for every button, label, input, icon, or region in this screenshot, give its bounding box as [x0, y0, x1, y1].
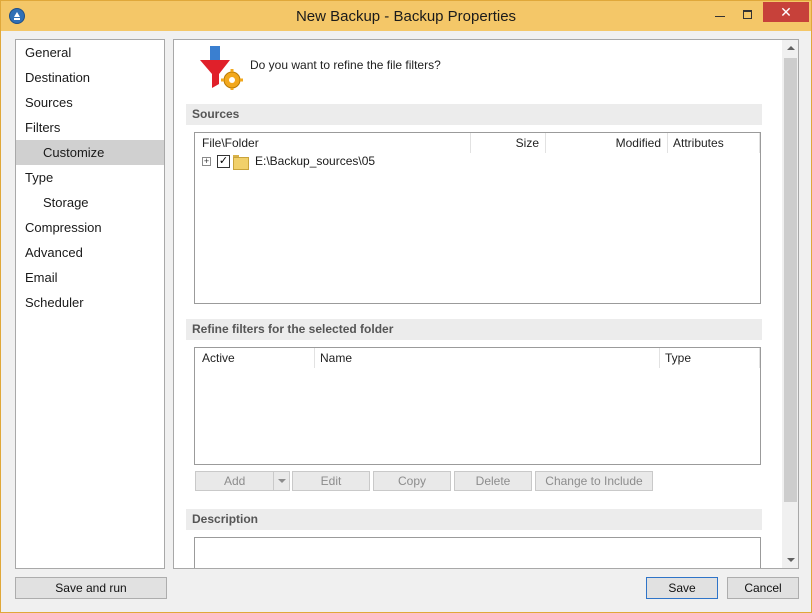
expand-icon[interactable]: +	[202, 157, 211, 166]
sources-section-header: Sources	[186, 104, 762, 125]
column-file-folder[interactable]: File\Folder	[195, 133, 471, 153]
close-icon: ✕	[780, 4, 792, 20]
settings-nav: General Destination Sources Filters Cust…	[15, 39, 165, 569]
filter-gear-icon	[200, 46, 243, 90]
sources-tree[interactable]: File\Folder Size Modified Attributes + ✓…	[194, 132, 761, 304]
refine-section-header: Refine filters for the selected folder	[186, 319, 762, 340]
nav-item-general[interactable]: General	[16, 40, 164, 65]
minimize-button[interactable]	[707, 3, 733, 25]
nav-item-compression[interactable]: Compression	[16, 215, 164, 240]
scroll-up-icon[interactable]	[782, 40, 798, 57]
window-title: New Backup - Backup Properties	[295, 8, 517, 25]
edit-button[interactable]: Edit	[292, 471, 370, 491]
nav-item-storage[interactable]: Storage	[16, 190, 164, 215]
folder-icon	[233, 155, 249, 170]
cancel-button[interactable]: Cancel	[727, 577, 799, 599]
add-button[interactable]: Add	[195, 471, 290, 491]
column-attributes[interactable]: Attributes	[668, 133, 760, 153]
source-path[interactable]: E:\Backup_sources\05	[255, 154, 375, 168]
source-checkbox[interactable]: ✓	[217, 155, 230, 168]
nav-item-type[interactable]: Type	[16, 165, 164, 190]
title-bar[interactable]: New Backup - Backup Properties ✕	[1, 1, 811, 31]
backup-properties-window: New Backup - Backup Properties ✕ General…	[0, 0, 812, 613]
chevron-down-icon[interactable]	[273, 472, 289, 490]
column-active[interactable]: Active	[195, 348, 315, 368]
add-button-label: Add	[224, 474, 246, 488]
content-panel: Do you want to refine the file filters? …	[173, 39, 799, 569]
nav-item-customize[interactable]: Customize	[16, 140, 164, 165]
copy-button[interactable]: Copy	[373, 471, 451, 491]
nav-item-email[interactable]: Email	[16, 265, 164, 290]
refine-filters-list[interactable]: Active Name Type	[194, 347, 761, 465]
column-type[interactable]: Type	[660, 348, 760, 368]
minimize-icon	[715, 16, 725, 18]
page-question: Do you want to refine the file filters?	[250, 58, 441, 72]
column-size[interactable]: Size	[471, 133, 546, 153]
column-modified[interactable]: Modified	[546, 133, 668, 153]
nav-item-destination[interactable]: Destination	[16, 65, 164, 90]
scroll-thumb[interactable]	[784, 58, 797, 502]
description-box	[194, 537, 761, 568]
column-name[interactable]: Name	[315, 348, 660, 368]
save-and-run-button[interactable]: Save and run	[15, 577, 167, 599]
scroll-down-icon[interactable]	[782, 551, 798, 568]
nav-item-advanced[interactable]: Advanced	[16, 240, 164, 265]
close-button[interactable]: ✕	[763, 2, 809, 22]
maximize-button[interactable]	[734, 3, 760, 25]
nav-item-sources[interactable]: Sources	[16, 90, 164, 115]
nav-item-scheduler[interactable]: Scheduler	[16, 290, 164, 315]
vertical-scrollbar[interactable]	[782, 40, 798, 568]
save-button[interactable]: Save	[646, 577, 718, 599]
nav-item-filters[interactable]: Filters	[16, 115, 164, 140]
description-section-header: Description	[186, 509, 762, 530]
delete-button[interactable]: Delete	[454, 471, 532, 491]
tree-row[interactable]: + ✓ E:\Backup_sources\05	[195, 153, 760, 171]
maximize-icon	[742, 10, 752, 20]
change-to-include-button[interactable]: Change to Include	[535, 471, 653, 491]
